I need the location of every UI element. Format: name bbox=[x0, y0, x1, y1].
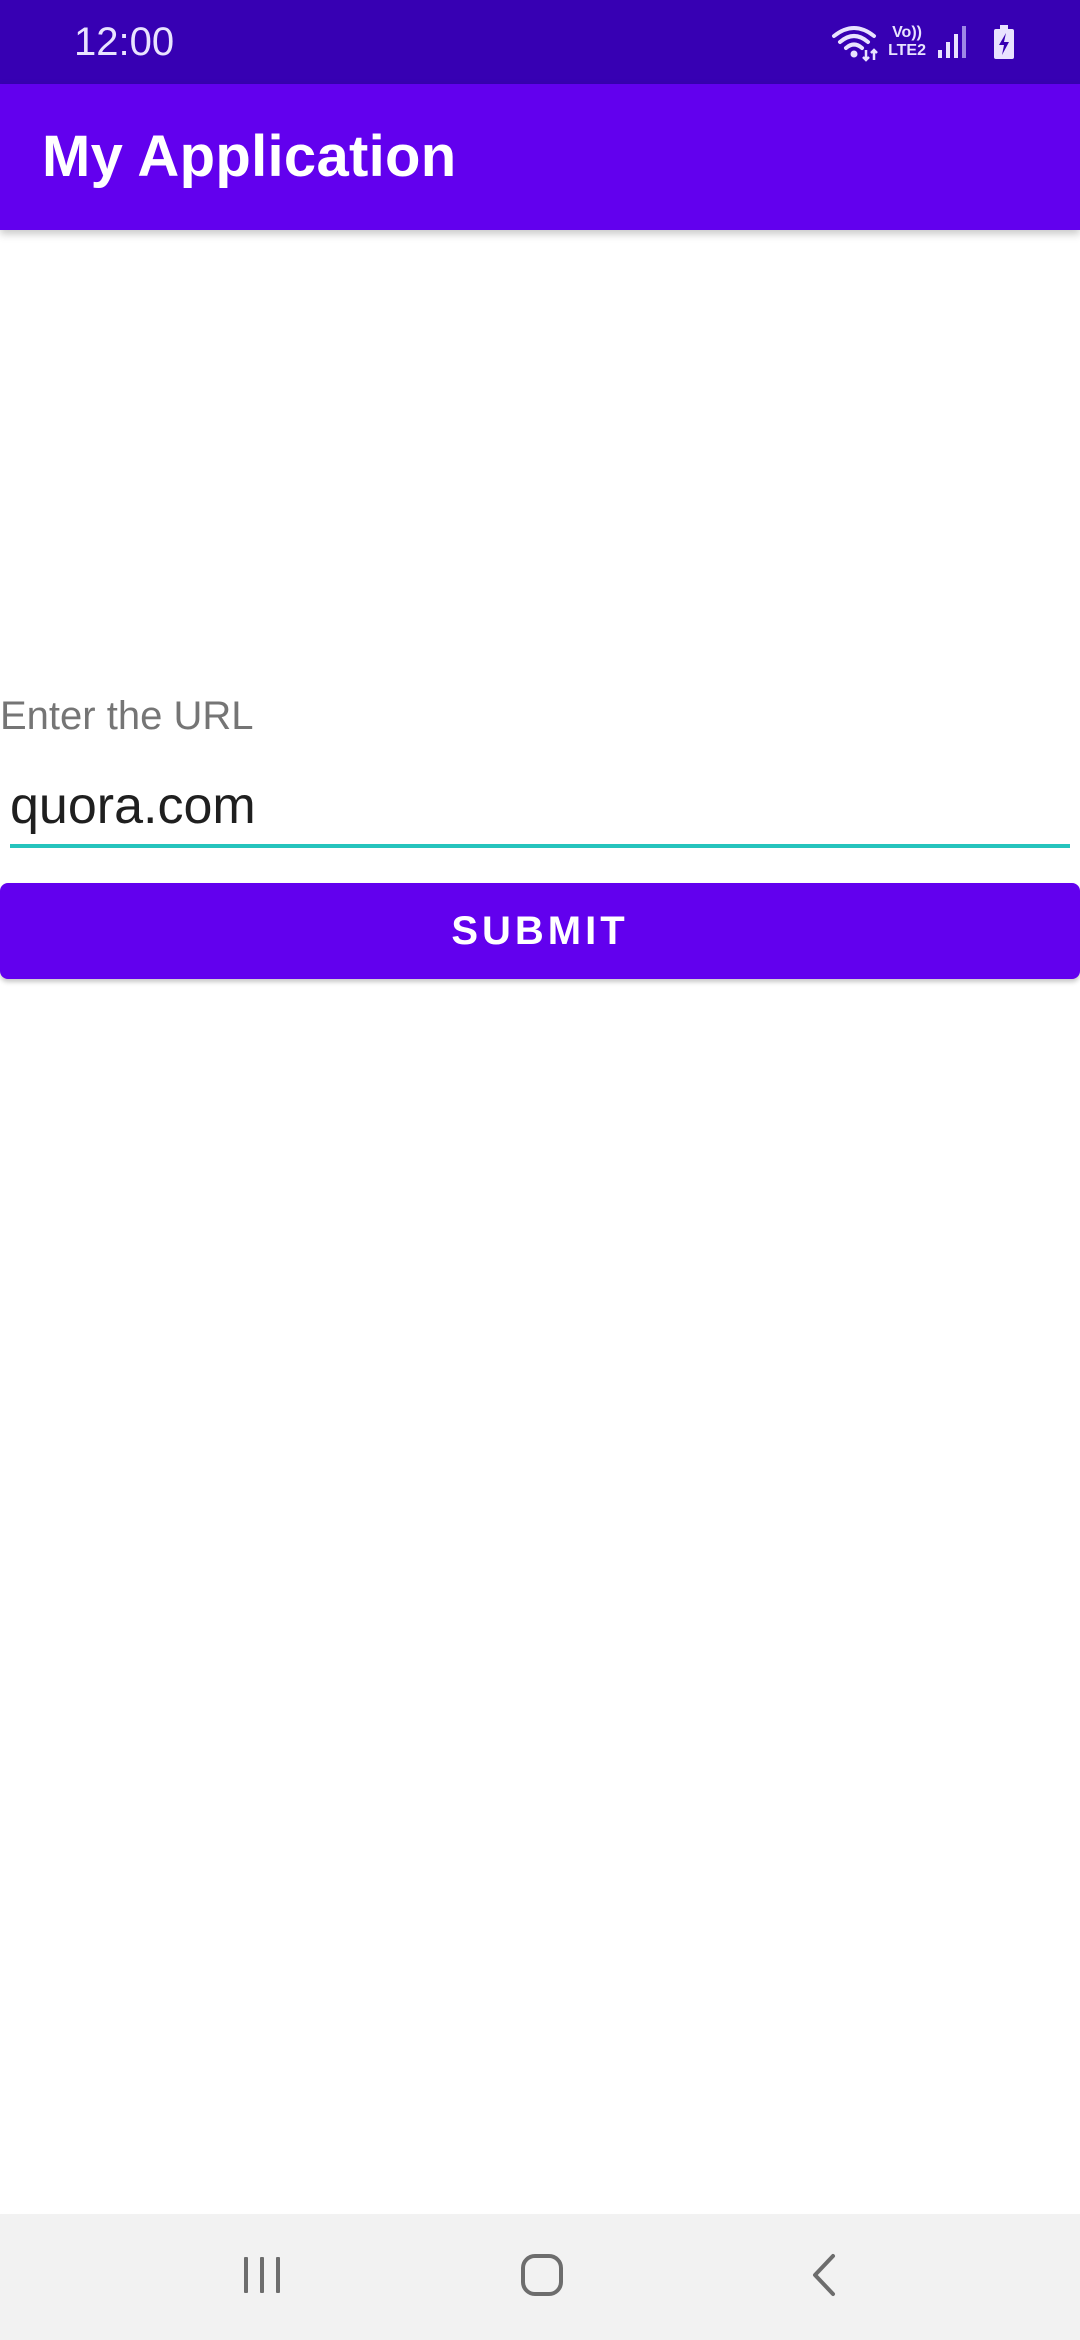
home-button[interactable] bbox=[452, 2214, 632, 2340]
app-title: My Application bbox=[42, 124, 457, 189]
url-input-underline bbox=[10, 844, 1070, 848]
recents-button[interactable] bbox=[172, 2214, 352, 2340]
status-icons: Vo)) LTE2 bbox=[830, 20, 1016, 64]
recents-icon bbox=[240, 2255, 284, 2300]
volte-icon: Vo)) LTE2 bbox=[888, 24, 926, 60]
app-screen: 12:00 Vo)) LTE2 My Application Enter the… bbox=[0, 0, 1080, 2340]
app-bar: My Application bbox=[0, 84, 1080, 230]
url-field[interactable] bbox=[10, 768, 1070, 848]
status-bar: 12:00 Vo)) LTE2 bbox=[0, 0, 1080, 84]
url-label: Enter the URL bbox=[0, 694, 254, 738]
back-icon bbox=[809, 2252, 839, 2303]
navigation-bar bbox=[0, 2214, 1080, 2340]
home-icon bbox=[519, 2252, 565, 2303]
wifi-icon bbox=[830, 22, 878, 62]
volte-bottom-label: LTE2 bbox=[888, 42, 926, 59]
url-input[interactable] bbox=[10, 768, 1070, 844]
battery-charging-icon bbox=[992, 24, 1016, 60]
back-button[interactable] bbox=[734, 2214, 914, 2340]
signal-icon bbox=[936, 24, 968, 60]
status-time: 12:00 bbox=[74, 20, 175, 64]
submit-button[interactable]: SUBMIT bbox=[0, 883, 1080, 979]
volte-top-label: Vo)) bbox=[892, 24, 922, 41]
